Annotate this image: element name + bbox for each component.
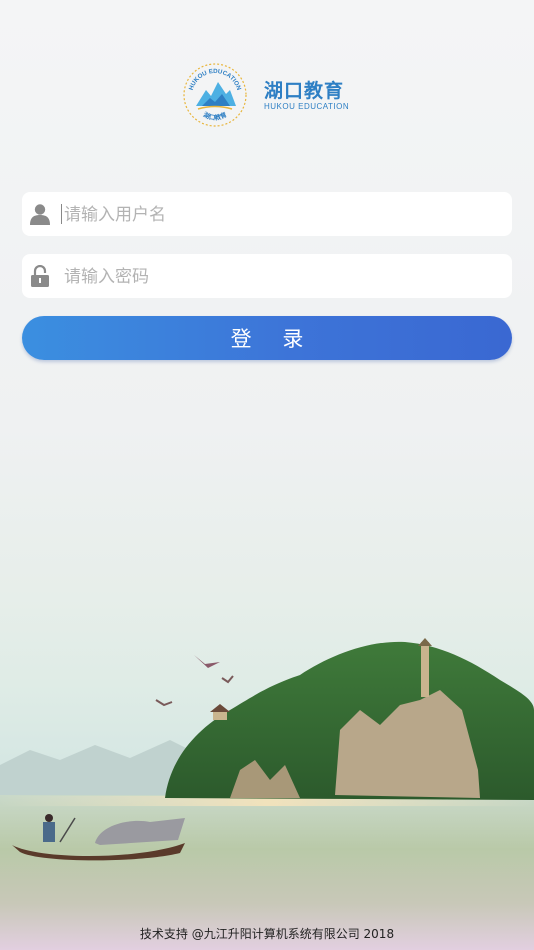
logo-title-cn: 湖口教育 — [264, 80, 345, 102]
password-input[interactable] — [62, 254, 506, 300]
lock-icon — [31, 265, 49, 287]
password-field[interactable] — [22, 254, 512, 300]
seal-text-cn: 湖口教育 — [202, 109, 229, 122]
user-icon — [30, 204, 50, 225]
footer-copyright: 技术支持 @九江升阳计算机系统有限公司 2018 — [139, 927, 395, 941]
username-input[interactable] — [62, 192, 506, 238]
scenic-background-illustration — [0, 638, 534, 950]
username-field[interactable] — [22, 192, 512, 238]
login-button[interactable]: 登 录 — [22, 316, 512, 360]
text-caret — [61, 204, 62, 224]
svg-text:湖口教育: 湖口教育 — [202, 109, 229, 122]
logo-title-en: HUKOU EDUCATION — [264, 102, 350, 111]
logo-seal-icon: HUKOU EDUCATION 湖口教育 — [183, 63, 247, 127]
app-logo: HUKOU EDUCATION 湖口教育 湖口教育 HUKOU EDUCATIO… — [182, 62, 352, 128]
